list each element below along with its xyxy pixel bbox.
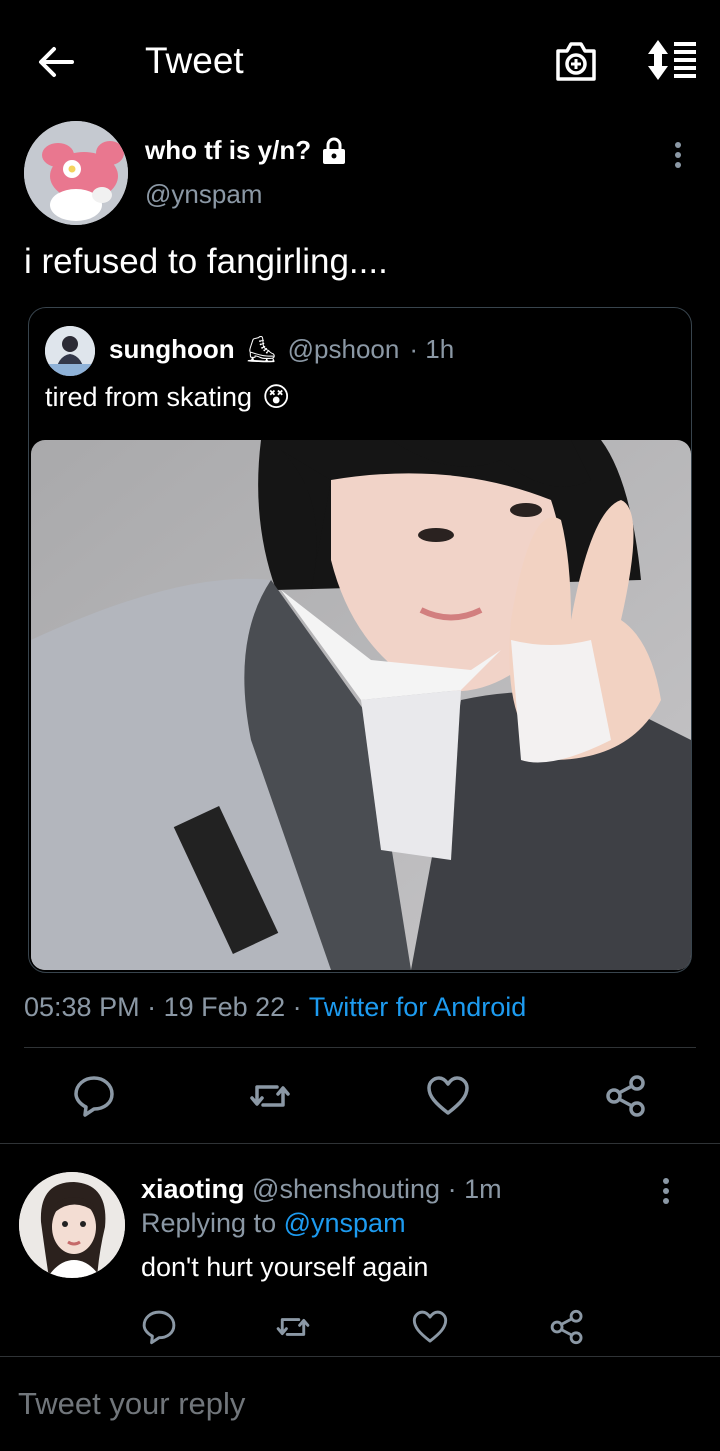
reply-handle[interactable]: @shenshouting <box>252 1174 440 1204</box>
author-name[interactable]: who tf is y/n? <box>145 135 349 166</box>
sort-list-icon <box>648 40 696 80</box>
retweet-icon <box>276 1318 310 1336</box>
reply-author-avatar[interactable] <box>19 1172 125 1278</box>
replying-to-link[interactable]: @ynspam <box>284 1208 406 1238</box>
author-display-name: who tf is y/n? <box>145 135 312 165</box>
share-icon <box>550 1309 583 1345</box>
dizzy-face-emoji: 😵 <box>262 382 291 412</box>
skate-emoji: ⛸ <box>244 334 278 364</box>
quoted-time: · 1h <box>409 334 455 364</box>
quoted-text-line: tired from skating 😵 <box>45 382 290 413</box>
tweet-time: 05:38 PM <box>24 992 140 1022</box>
reply-input[interactable]: Tweet your reply <box>18 1386 245 1422</box>
reply-retweet-button[interactable] <box>274 1308 312 1346</box>
quoted-handle: @pshoon <box>287 334 400 364</box>
tweet-date: · 19 Feb 22 · <box>147 992 302 1022</box>
reply-button[interactable] <box>71 1073 117 1119</box>
reply-time: · 1m <box>447 1174 502 1204</box>
tweet-text: i refused to fangirling.... <box>24 242 388 281</box>
replying-to-line: Replying to @ynspam <box>141 1208 406 1239</box>
retweet-icon <box>250 1085 290 1107</box>
camera-button[interactable] <box>552 38 600 84</box>
divider <box>24 1047 696 1048</box>
more-vertical-icon <box>675 142 681 168</box>
sort-button[interactable] <box>644 38 700 82</box>
reply-more-options-button[interactable] <box>654 1176 678 1206</box>
reply-reply-button[interactable] <box>140 1308 178 1346</box>
share-icon <box>606 1075 645 1117</box>
divider <box>0 1143 720 1144</box>
quoted-text: tired from skating <box>45 382 253 412</box>
reply-icon <box>142 1310 176 1345</box>
quoted-author-line: sunghoon ⛸ @pshoon · 1h <box>109 334 454 365</box>
page-title: Tweet <box>145 40 244 81</box>
divider <box>0 1356 720 1357</box>
back-button[interactable] <box>34 40 78 84</box>
reply-display-name[interactable]: xiaoting <box>141 1174 245 1204</box>
reply-author-line: xiaoting @shenshouting · 1m <box>141 1174 502 1205</box>
quoted-author-avatar <box>45 326 95 376</box>
quoted-photo[interactable] <box>31 440 691 970</box>
camera-plus-icon <box>556 42 596 81</box>
like-icon <box>427 1076 469 1115</box>
reply-share-button[interactable] <box>548 1308 586 1346</box>
more-vertical-icon <box>663 1178 669 1204</box>
reply-like-button[interactable] <box>411 1308 449 1346</box>
lock-icon <box>323 137 346 164</box>
quoted-tweet[interactable]: sunghoon ⛸ @pshoon · 1h tired from skati… <box>28 307 692 973</box>
reply-text: don't hurt yourself again <box>141 1252 429 1282</box>
share-button[interactable] <box>603 1073 649 1119</box>
author-handle[interactable]: @ynspam <box>145 179 262 210</box>
tweet-source-link[interactable]: Twitter for Android <box>309 992 527 1022</box>
like-button[interactable] <box>425 1073 471 1119</box>
tweet-meta: 05:38 PM · 19 Feb 22 · Twitter for Andro… <box>24 992 526 1023</box>
author-avatar[interactable] <box>24 121 128 225</box>
reply-icon <box>74 1076 114 1117</box>
like-icon <box>412 1310 448 1343</box>
more-options-button[interactable] <box>666 140 690 170</box>
retweet-button[interactable] <box>247 1073 293 1119</box>
arrow-left-icon <box>39 47 74 77</box>
quoted-display-name: sunghoon <box>109 334 235 364</box>
replying-to-label: Replying to <box>141 1208 277 1238</box>
